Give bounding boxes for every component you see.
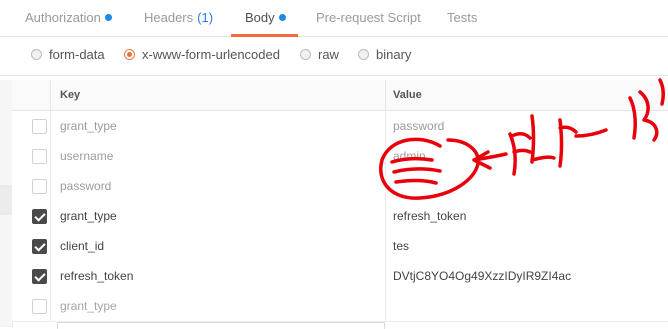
cell-divider [50,141,51,171]
tab-body-label: Body [245,10,275,25]
cell-divider [385,291,386,321]
table-row: refresh_token DVtjC8YO4Og49XzzIDyIR9ZI4a… [12,261,668,292]
tab-authorization[interactable]: Authorization [25,0,112,36]
row-key-input[interactable]: username [60,141,378,171]
value-column-header: Value [393,89,422,101]
radio-raw-label: raw [318,47,339,62]
radio-circle-icon [300,49,311,60]
cell-divider [50,261,51,291]
radio-form-data-label: form-data [49,47,105,62]
bulk-edit-bar[interactable] [57,322,385,329]
row-key-input[interactable]: password [60,171,378,201]
params-table: Key Value grant_type password username a… [0,80,668,329]
cell-divider [385,261,386,291]
table-header: Key Value [12,80,668,111]
cell-divider [385,141,386,171]
cell-divider [50,201,51,231]
gutter-band [0,185,12,215]
cell-divider [385,111,386,141]
row-key-input[interactable]: grant_type [60,111,378,141]
row-key-input[interactable]: client_id [60,231,378,261]
row-value-input[interactable]: tes [393,231,663,261]
radio-form-data[interactable]: form-data [31,37,105,75]
cell-divider [385,231,386,261]
modified-dot-icon [278,14,286,21]
radio-selected-icon [124,49,135,60]
tab-authorization-label: Authorization [25,10,101,25]
cell-divider [385,171,386,201]
table-row: password [12,171,668,202]
cell-divider [50,111,51,141]
headers-count-badge: (1) [197,10,214,25]
new-row: grant_type [12,291,668,322]
tab-headers-label: Headers [144,10,194,25]
column-divider[interactable] [385,80,386,110]
row-enable-checkbox[interactable] [32,179,47,194]
table-row: grant_type password [12,111,668,142]
tab-body[interactable]: Body [231,0,298,37]
radio-x-www-form-urlencoded[interactable]: x-www-form-urlencoded [124,37,280,75]
tab-headers[interactable]: Headers (1) [144,0,213,36]
radio-raw[interactable]: raw [300,37,339,75]
cell-divider [385,201,386,231]
modified-dot-icon [104,14,112,21]
radio-circle-icon [31,49,42,60]
key-column-header: Key [60,89,81,101]
tab-tests-label: Tests [447,10,478,25]
row-enabled-checkbox[interactable] [32,269,47,284]
tab-tests[interactable]: Tests [447,0,477,36]
row-key-input[interactable]: grant_type [60,201,378,231]
table-row: username admin [12,141,668,172]
table-row: grant_type refresh_token [12,201,668,232]
row-enable-checkbox[interactable] [32,119,47,134]
row-enabled-checkbox[interactable] [32,209,47,224]
row-enabled-checkbox[interactable] [32,239,47,254]
cell-divider [50,231,51,261]
radio-binary[interactable]: binary [358,37,411,75]
new-value-input[interactable] [393,291,663,321]
row-value-input[interactable]: DVtjC8YO4Og49XzzIDyIR9ZI4ac [393,261,663,291]
select-column-header [12,80,51,110]
row-value-input[interactable]: password [393,111,663,141]
cell-divider [50,291,51,321]
row-value-input[interactable]: refresh_token [393,201,663,231]
body-type-selector: form-data x-www-form-urlencoded raw bina… [0,37,668,76]
cell-divider [50,171,51,201]
radio-binary-label: binary [376,47,412,62]
new-key-input[interactable]: grant_type [60,291,378,321]
row-value-input[interactable]: admin [393,141,663,171]
table-row: client_id tes [12,231,668,262]
radio-circle-icon [358,49,369,60]
tab-pre-request-script[interactable]: Pre-request Script [316,0,421,36]
row-enable-checkbox[interactable] [32,299,47,314]
radio-urlencoded-label: x-www-form-urlencoded [142,47,280,62]
row-enable-checkbox[interactable] [32,149,47,164]
row-value-input[interactable] [393,171,663,201]
row-key-input[interactable]: refresh_token [60,261,378,291]
request-tab-bar: Authorization Headers (1) Body Pre-reques… [0,0,668,37]
tab-pre-request-script-label: Pre-request Script [316,10,421,25]
